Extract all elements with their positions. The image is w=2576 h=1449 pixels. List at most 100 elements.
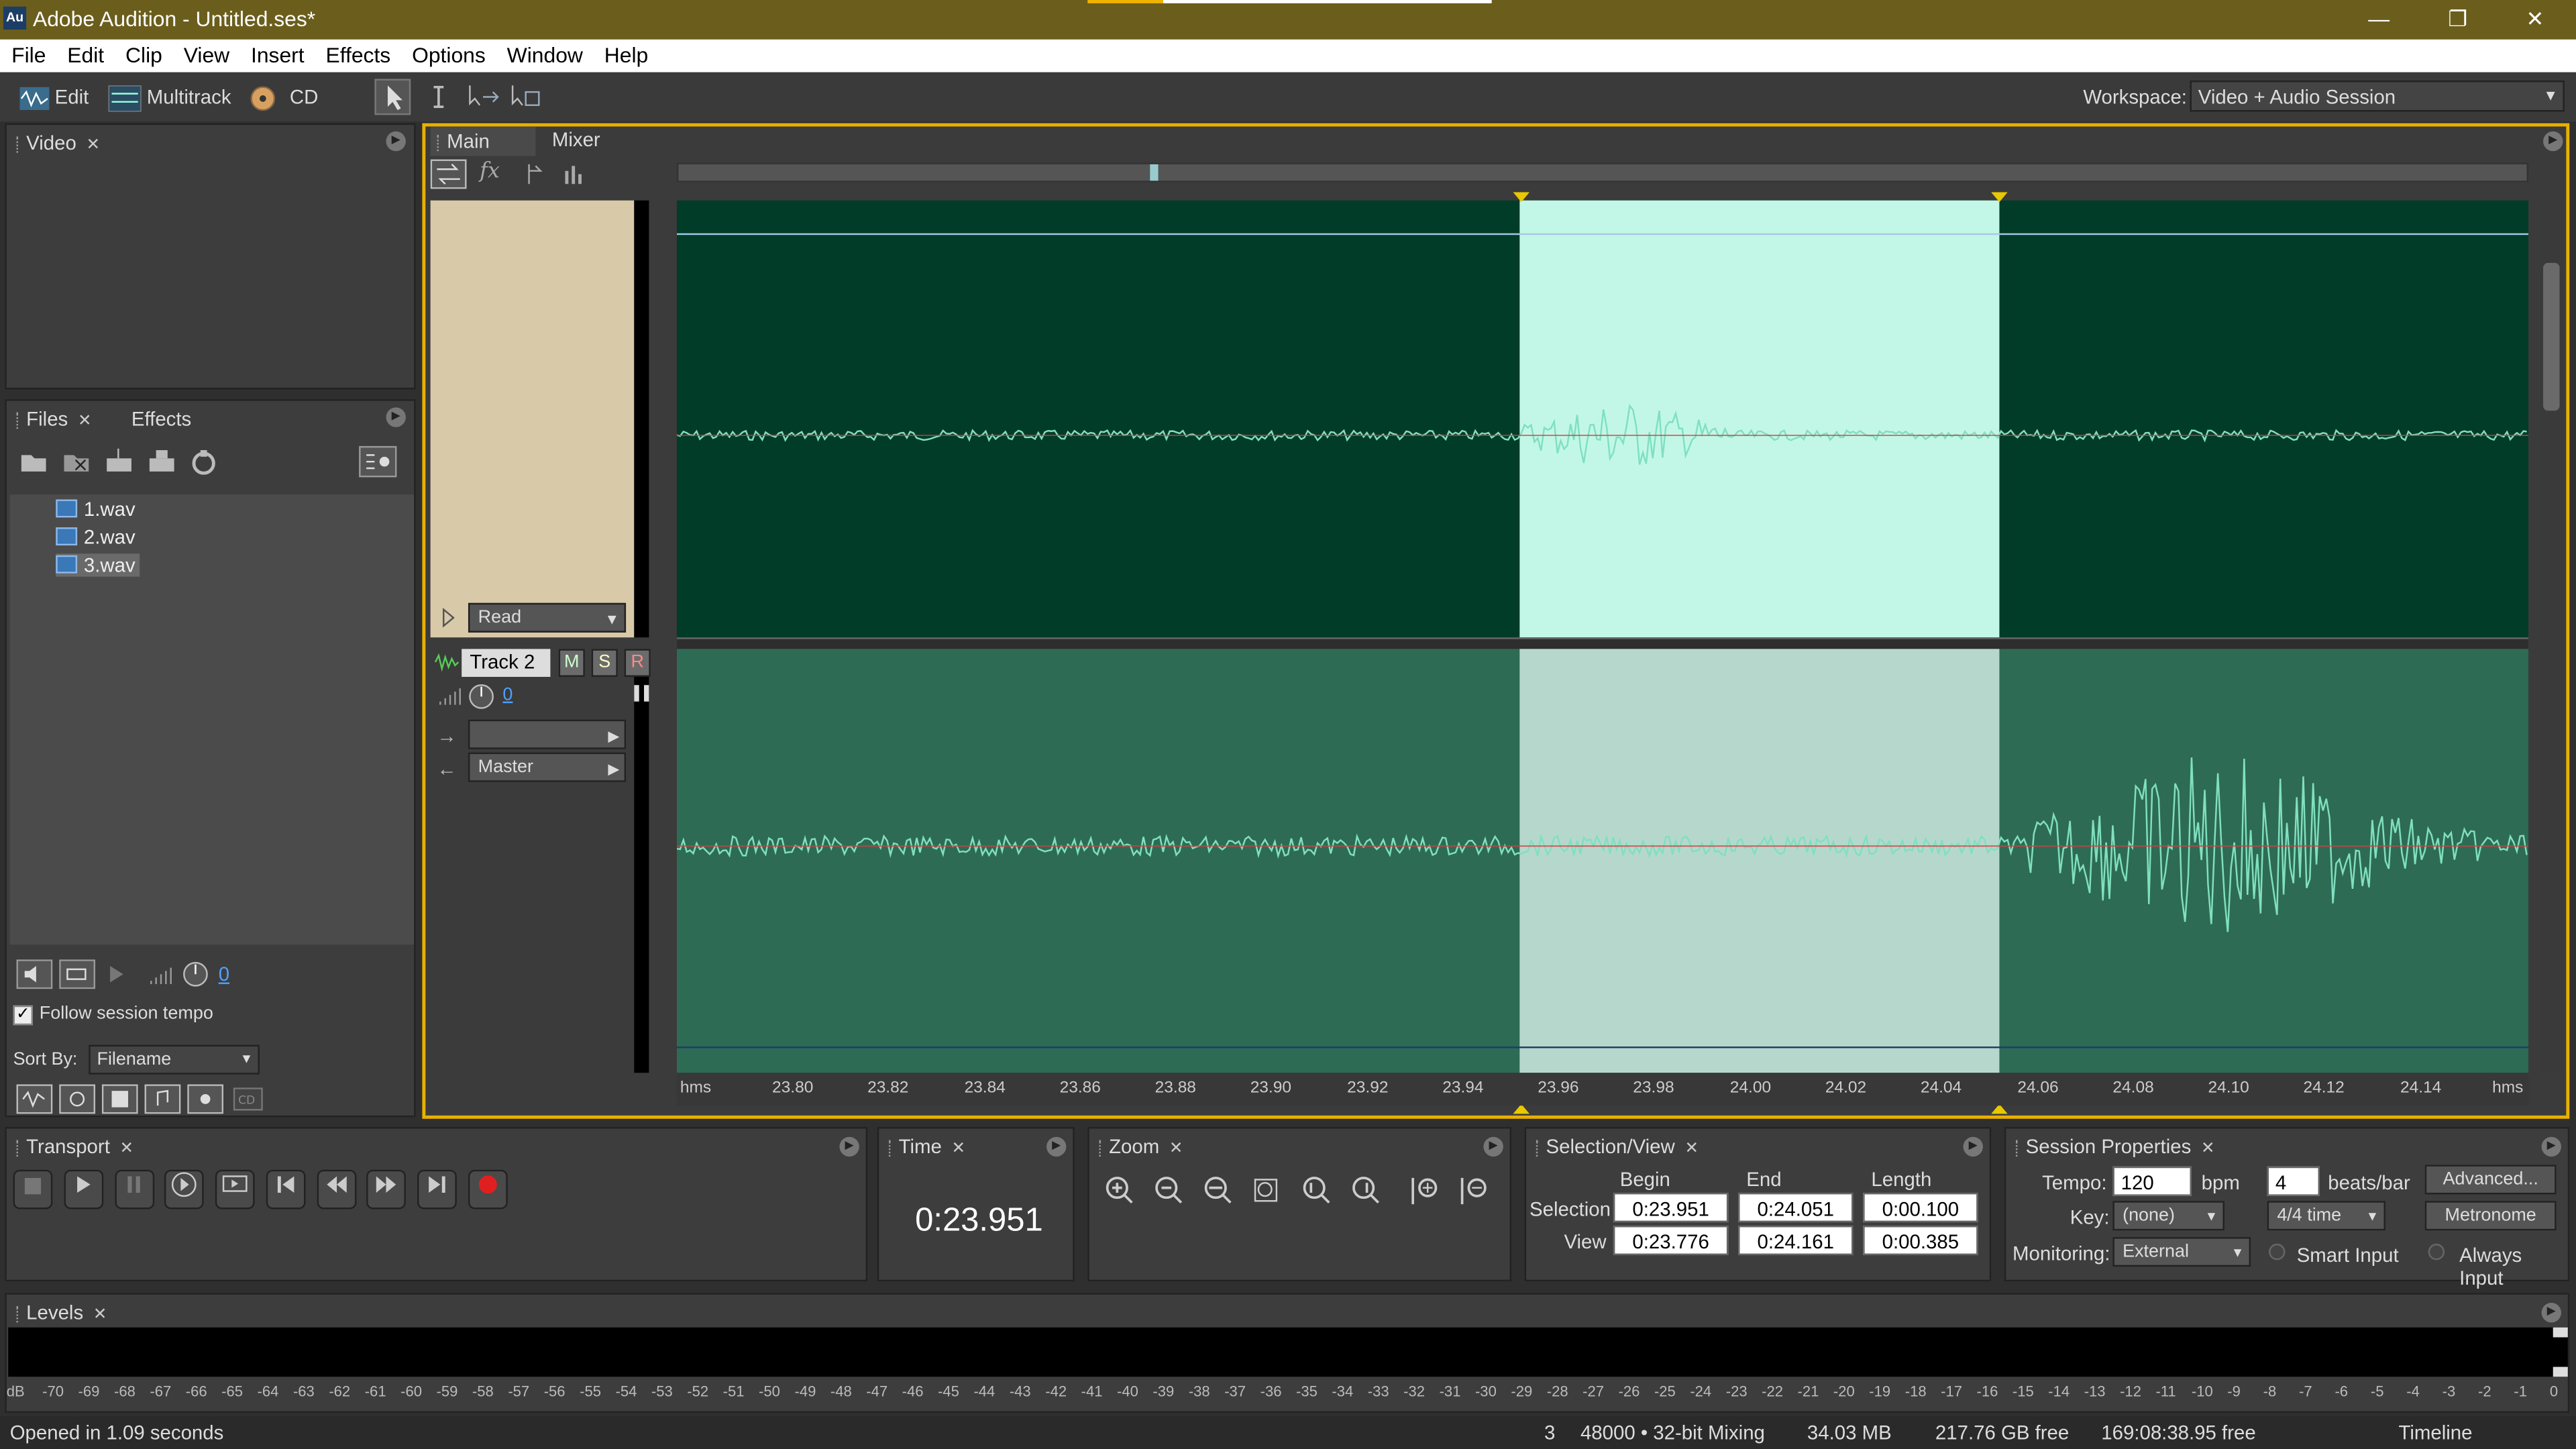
tab-session-properties[interactable]: Session Properties ✕ [2015,1135,2215,1159]
track-name-field[interactable]: Track 2 [462,649,551,677]
output-select[interactable]: Master ▶ [468,752,627,782]
zoom-in-icon[interactable] [1102,1175,1138,1208]
loop-button[interactable] [215,1169,255,1210]
tab-zoom[interactable]: Zoom ✕ [1099,1135,1183,1159]
minimize-button[interactable]: — [2346,3,2412,36]
swap-icon[interactable] [430,159,467,189]
show-cd-icon[interactable]: CD [233,1087,263,1111]
workspace-select[interactable]: Video + Audio Session ▼ [2190,80,2565,112]
time-signature-select[interactable]: 4/4 time ▼ [2267,1201,2385,1231]
insert-multitrack-icon[interactable] [105,448,135,475]
cd-view-button[interactable]: CD [250,79,318,115]
input-select[interactable]: ▶ [468,719,627,749]
key-select[interactable]: (none) ▼ [2112,1201,2224,1231]
menu-effects[interactable]: Effects [314,40,400,68]
list-item-selected[interactable]: 3.wav [56,553,141,577]
advanced-button[interactable]: Advanced... [2424,1165,2557,1195]
tab-mixer[interactable]: Mixer [545,127,600,151]
tab-main[interactable]: Main [430,126,536,156]
menu-insert[interactable]: Insert [239,40,314,68]
close-icon[interactable]: ✕ [120,1140,134,1159]
show-video-icon[interactable] [101,1084,138,1114]
record-button[interactable] [468,1169,508,1210]
panel-menu-icon[interactable]: ▶ [2543,131,2563,152]
pause-button[interactable] [115,1169,155,1210]
tab-transport[interactable]: Transport ✕ [16,1135,134,1159]
solo-button[interactable]: S [591,649,618,677]
view-begin-field[interactable]: 0:23.776 [1613,1225,1729,1256]
panel-menu-icon[interactable]: ▶ [1483,1136,1503,1157]
panel-menu-icon[interactable]: ▶ [2541,1303,2561,1323]
sends-icon[interactable] [523,161,545,187]
insert-cd-icon[interactable] [148,449,177,475]
overview-scrollbar[interactable] [676,162,2529,182]
zoom-out-icon[interactable] [1152,1175,1188,1208]
expand-arrow-icon[interactable] [440,606,456,629]
zoom-out-vertical-icon[interactable] [1457,1175,1493,1208]
fast-forward-button[interactable] [366,1169,406,1210]
time-ruler[interactable]: hms 23.80 23.82 23.84 23.86 23.88 23.90 … [676,1073,2529,1106]
list-item[interactable]: 2.wav [56,526,136,549]
play-button[interactable] [64,1169,104,1210]
menu-file[interactable]: File [0,40,56,68]
hybrid-tool-icon[interactable] [467,82,500,111]
panel-menu-icon[interactable]: ▶ [839,1136,859,1157]
close-file-icon[interactable] [62,449,92,475]
zoom-in-vertical-icon[interactable] [1408,1175,1444,1208]
close-icon[interactable]: ✕ [1684,1140,1699,1159]
autoplay-icon[interactable] [358,445,398,478]
time-selection-tool-icon[interactable] [424,82,453,111]
edit-view-button[interactable]: Edit [19,79,89,115]
tab-effects[interactable]: Effects [131,407,191,430]
tempo-field[interactable]: 120 [2112,1166,2192,1196]
follow-tempo-checkbox[interactable]: ✓ [13,1005,33,1026]
menu-help[interactable]: Help [593,40,658,68]
zoom-full-icon[interactable] [1201,1175,1237,1208]
import-video-icon[interactable] [191,449,217,475]
show-audio-icon[interactable] [16,1084,53,1114]
restore-button[interactable]: ❐ [2425,3,2491,36]
menu-edit[interactable]: Edit [56,40,114,68]
panel-menu-icon[interactable]: ▶ [386,407,406,427]
multitrack-view-button[interactable]: Multitrack [108,79,231,115]
zoom-left-edge-icon[interactable] [1299,1175,1336,1208]
mute-button[interactable]: M [558,649,585,677]
close-icon[interactable]: ✕ [93,1306,107,1324]
play-from-cursor-button[interactable] [164,1169,204,1210]
track-volume-knob[interactable] [467,682,496,711]
rewind-button[interactable] [317,1169,357,1210]
beats-per-bar-field[interactable]: 4 [2267,1166,2320,1196]
loop-preview-icon[interactable] [59,959,96,989]
close-icon[interactable]: ✕ [952,1140,966,1159]
track-volume-value[interactable]: 0 [502,685,513,704]
close-icon[interactable]: ✕ [78,413,92,431]
zoom-right-edge-icon[interactable] [1349,1175,1385,1208]
view-end-field[interactable]: 0:24.161 [1738,1225,1854,1256]
open-file-icon[interactable] [19,449,49,475]
selection-start-marker[interactable] [1511,191,1531,204]
sort-by-select[interactable]: Filename ▼ [89,1044,260,1075]
show-sessions-icon[interactable] [187,1084,224,1114]
tab-files[interactable]: Files ✕ [16,407,92,431]
record-arm-button[interactable]: R [624,649,651,677]
panel-menu-icon[interactable]: ▶ [1046,1136,1067,1157]
close-icon[interactable]: ✕ [1169,1140,1183,1159]
menu-clip[interactable]: Clip [114,40,172,68]
tab-levels[interactable]: Levels ✕ [16,1301,107,1324]
automation-mode-select[interactable]: Read ▼ [468,602,627,633]
metronome-button[interactable]: Metronome [2424,1201,2557,1231]
go-to-end-button[interactable] [417,1169,457,1210]
panel-menu-icon[interactable]: ▶ [1963,1136,1983,1157]
show-midi-icon[interactable] [144,1084,181,1114]
volume-knob[interactable] [180,959,210,989]
view-length-field[interactable]: 0:00.385 [1863,1225,1978,1256]
tab-video[interactable]: Video ✕ [16,131,100,154]
selection-length-field[interactable]: 0:00.100 [1863,1192,1978,1223]
close-icon[interactable]: ✕ [87,136,101,154]
effects-rack-icon[interactable]: fx [480,160,500,184]
always-input-radio[interactable] [2428,1243,2445,1260]
move-tool-button[interactable] [374,78,411,115]
selection-end-marker[interactable] [1990,191,2009,204]
close-button[interactable]: ✕ [2502,3,2568,36]
menu-view[interactable]: View [172,40,239,68]
